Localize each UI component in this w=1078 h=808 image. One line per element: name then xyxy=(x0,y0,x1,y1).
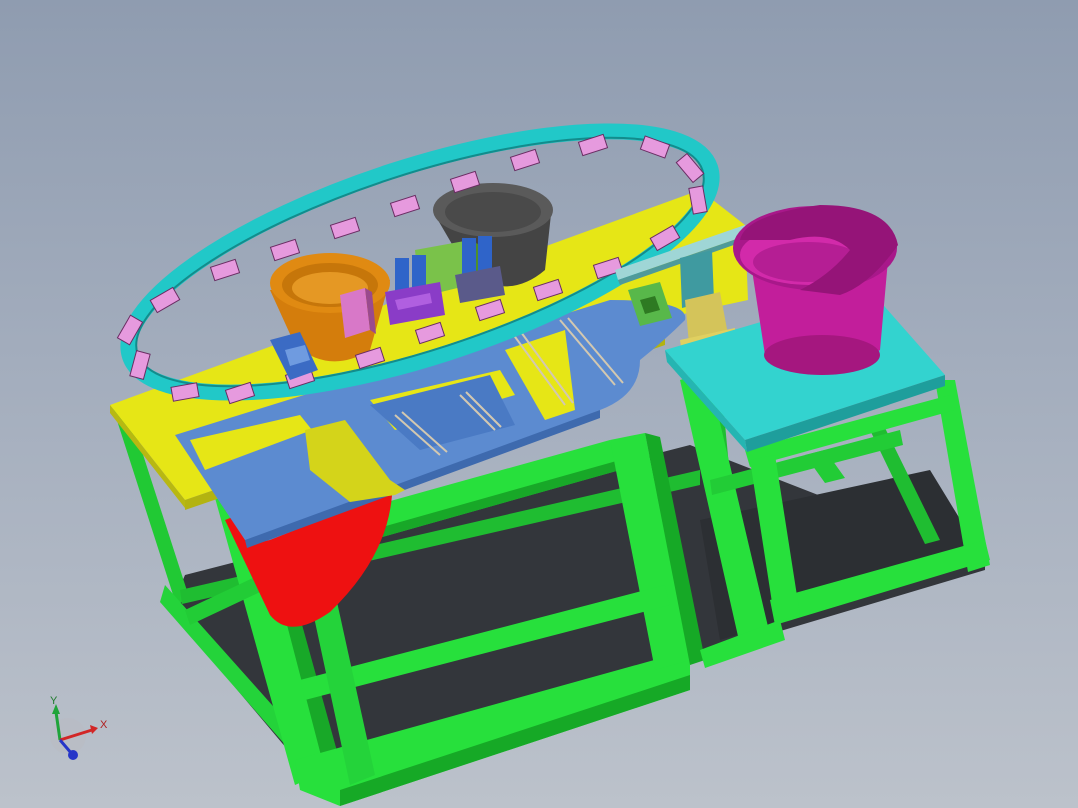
graphics-viewport[interactable]: Y X xyxy=(0,0,1078,808)
magenta-bowl-base xyxy=(764,335,880,375)
carrier xyxy=(389,194,421,218)
cad-model[interactable] xyxy=(0,0,1078,808)
carrier xyxy=(209,258,241,282)
y-axis-label: Y xyxy=(50,695,58,707)
coordinate-triad: Y X xyxy=(50,695,108,760)
carrier xyxy=(269,238,301,262)
carrier xyxy=(329,216,361,240)
carrier xyxy=(509,148,541,172)
x-axis-label: X xyxy=(100,719,108,731)
